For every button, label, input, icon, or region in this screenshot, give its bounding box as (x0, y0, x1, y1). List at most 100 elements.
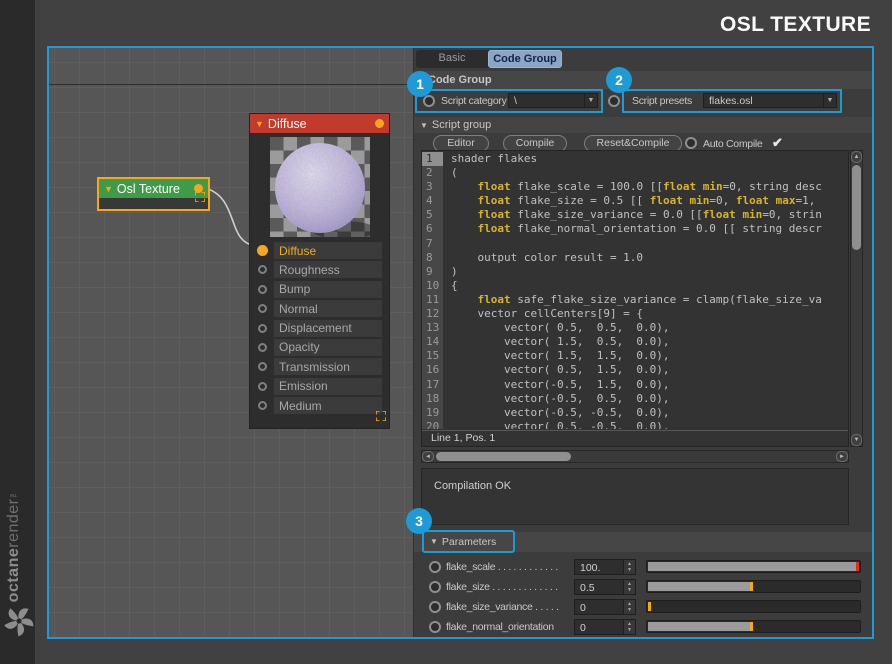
channel-bar: Roughness (274, 261, 382, 278)
param-radio[interactable] (429, 601, 441, 613)
param-value-input[interactable]: 0.5▲▼ (574, 579, 636, 595)
node-osl-texture[interactable]: ▼ Osl Texture (97, 177, 210, 211)
script-presets-dropdown[interactable]: flakes.osl ▼ (703, 93, 837, 108)
input-port-icon[interactable] (258, 324, 267, 333)
code-editor[interactable]: 1shader flakes2(3 float flake_scale = 10… (421, 150, 849, 447)
param-radio[interactable] (429, 561, 441, 573)
spinner-down-icon[interactable]: ▼ (627, 607, 632, 613)
input-port-icon[interactable] (258, 382, 267, 391)
channel-row-medium[interactable]: Medium (250, 397, 389, 414)
slider-marker (750, 582, 753, 591)
horizontal-scroll-thumb[interactable] (436, 452, 571, 461)
compile-status-text: Compilation OK (434, 480, 511, 492)
connected-input-port[interactable] (257, 245, 268, 256)
collapse-triangle-icon[interactable]: ▼ (255, 119, 264, 129)
channel-label: Bump (274, 282, 310, 296)
script-presets-label: Script presets (632, 95, 692, 107)
script-category-dropdown[interactable]: \ ▼ (508, 93, 598, 108)
main-panel: ▼ Osl Texture ▼ Diffuse (47, 46, 874, 639)
code-text: shader flakes (443, 152, 537, 166)
code-line: 15 vector( 1.5, 1.5, 0.0), (422, 349, 848, 363)
channel-row-emission[interactable]: Emission (250, 378, 389, 395)
diffuse-output-port[interactable] (375, 119, 384, 128)
channel-bar: Bump (274, 281, 382, 298)
line-number: 12 (422, 307, 443, 321)
channel-label: Opacity (274, 340, 320, 354)
input-port-icon[interactable] (258, 401, 267, 410)
param-radio[interactable] (429, 621, 441, 633)
channel-row-roughness[interactable]: Roughness (250, 261, 389, 278)
diffuse-node-header[interactable]: ▼ Diffuse (250, 114, 389, 133)
param-slider[interactable] (646, 600, 861, 613)
input-port-icon[interactable] (258, 304, 267, 313)
channel-row-bump[interactable]: Bump (250, 281, 389, 298)
param-value-input[interactable]: 0▲▼ (574, 619, 636, 635)
attributes-panel: Basic Code Group Code Group Script categ… (413, 48, 872, 637)
channel-row-opacity[interactable]: Opacity (250, 339, 389, 356)
line-number: 17 (422, 378, 443, 392)
code-text: float safe_flake_size_variance = clamp(f… (443, 293, 822, 307)
osl-node-header[interactable]: ▼ Osl Texture (99, 179, 208, 198)
scroll-left-arrow[interactable]: ◄ (422, 451, 434, 462)
code-text: vector(-0.5, 1.5, 0.0), (443, 378, 670, 392)
scroll-right-arrow[interactable]: ► (836, 451, 848, 462)
code-text: vector( 0.5, -0.5, 0.0), (443, 420, 670, 429)
line-number: 4 (422, 194, 443, 208)
spinner-down-icon[interactable]: ▼ (627, 587, 632, 593)
section-header-script-group[interactable]: ▼ Script group (414, 117, 872, 133)
editor-vertical-scrollbar[interactable]: ▲ ▼ (850, 150, 863, 447)
code-text: float flake_size_variance = 0.0 [[float … (443, 208, 822, 222)
param-row-flake_normal_orientation: flake_normal_orientation0▲▼ (414, 618, 872, 635)
channel-label: Emission (274, 379, 328, 393)
param-radio[interactable] (429, 581, 441, 593)
script-category-radio[interactable] (423, 95, 435, 107)
scroll-down-arrow[interactable]: ▼ (851, 434, 862, 446)
annotation-badge-2: 2 (606, 67, 632, 93)
expand-arrows-icon[interactable] (195, 189, 205, 207)
param-slider[interactable] (646, 560, 861, 573)
auto-compile-radio[interactable] (685, 137, 697, 149)
code-line: 6 float flake_normal_orientation = 0.0 [… (422, 222, 848, 236)
spinner-down-icon[interactable]: ▼ (627, 567, 632, 573)
param-value-input[interactable]: 100.▲▼ (574, 559, 636, 575)
node-diffuse-material[interactable]: ▼ Diffuse (249, 113, 390, 429)
input-port-icon[interactable] (258, 343, 267, 352)
channel-label: Roughness (274, 263, 340, 277)
spinner-arrows[interactable]: ▲▼ (623, 560, 635, 574)
scroll-up-arrow[interactable]: ▲ (851, 151, 862, 163)
tab-basic[interactable]: Basic (416, 50, 488, 68)
node-editor-canvas[interactable]: ▼ Osl Texture ▼ Diffuse (49, 48, 413, 637)
spinner-arrows[interactable]: ▲▼ (623, 600, 635, 614)
expand-arrows-icon[interactable] (376, 408, 386, 426)
octane-pinwheel-icon (3, 605, 35, 642)
channel-bar: Normal (274, 300, 382, 317)
channel-row-displacement[interactable]: Displacement (250, 320, 389, 337)
script-category-label: Script category (441, 95, 507, 107)
param-row-flake_size: flake_size . . . . . . . . . . . . .0.5▲… (414, 578, 872, 595)
param-value-input[interactable]: 0▲▼ (574, 599, 636, 615)
spinner-down-icon[interactable]: ▼ (627, 627, 632, 633)
code-line: 11 float safe_flake_size_variance = clam… (422, 293, 848, 307)
input-port-icon[interactable] (258, 362, 267, 371)
code-text: { (443, 279, 458, 293)
collapse-triangle-icon[interactable]: ▼ (104, 184, 113, 194)
diffuse-node-title: Diffuse (268, 117, 375, 131)
script-presets-radio[interactable] (608, 95, 620, 107)
param-slider[interactable] (646, 620, 861, 633)
vertical-scroll-thumb[interactable] (852, 165, 861, 250)
tab-code-group[interactable]: Code Group (488, 50, 562, 68)
channel-row-transmission[interactable]: Transmission (250, 358, 389, 375)
param-label: flake_normal_orientation (446, 621, 574, 633)
spinner-arrows[interactable]: ▲▼ (623, 620, 635, 634)
input-port-icon[interactable] (258, 285, 267, 294)
auto-compile-checkmark[interactable]: ✔ (772, 135, 783, 151)
channel-row-normal[interactable]: Normal (250, 300, 389, 317)
editor-horizontal-scrollbar[interactable]: ◄ ► (421, 450, 849, 463)
param-value-text: 0 (575, 600, 623, 614)
param-slider[interactable] (646, 580, 861, 593)
spinner-arrows[interactable]: ▲▼ (623, 580, 635, 594)
code-line: 5 float flake_size_variance = 0.0 [[floa… (422, 208, 848, 222)
channel-row-diffuse[interactable]: Diffuse (250, 242, 389, 259)
channel-bar: Opacity (274, 339, 382, 356)
input-port-icon[interactable] (258, 265, 267, 274)
